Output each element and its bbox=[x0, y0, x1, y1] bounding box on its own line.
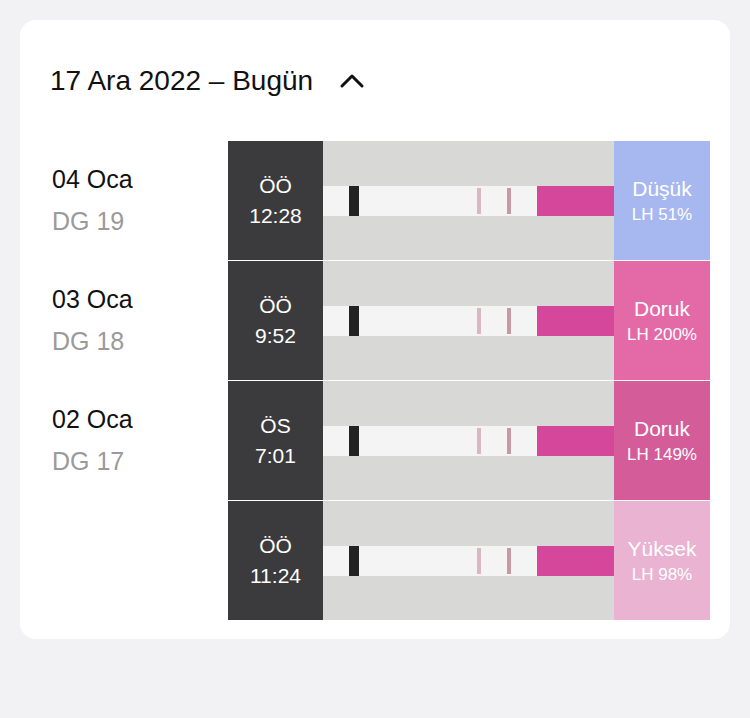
reading-text: LH 98% bbox=[632, 565, 692, 585]
time-cell: ÖS 7:01 bbox=[228, 381, 323, 500]
strip-shape bbox=[323, 186, 614, 216]
reading-text: LH 51% bbox=[632, 205, 692, 225]
test-list: ÖÖ 9:52 Doruk LH 200% bbox=[228, 261, 710, 380]
test-strip-photo bbox=[323, 261, 614, 380]
date-text: 02 Oca bbox=[52, 401, 228, 437]
period-text: ÖÖ bbox=[259, 174, 292, 198]
time-cell: ÖÖ 12:28 bbox=[228, 141, 323, 260]
day-label: 02 Oca DG 17 bbox=[20, 381, 228, 620]
test-row[interactable]: ÖÖ 11:24 Yüksek LH 98% bbox=[228, 501, 710, 620]
strip-shape bbox=[323, 426, 614, 456]
test-list: ÖS 7:01 Doruk LH 149% ÖÖ 11:24 Yüksek LH 98% bbox=[228, 381, 710, 620]
time-text: 12:28 bbox=[249, 204, 302, 228]
chevron-up-icon[interactable] bbox=[339, 73, 365, 89]
time-text: 7:01 bbox=[255, 444, 296, 468]
day-list: 04 Oca DG 19 ÖÖ 12:28 Düşük LH 51% 03 Oca DG 18… bbox=[20, 141, 710, 620]
date-text: 03 Oca bbox=[52, 281, 228, 317]
day-group: 03 Oca DG 18 ÖÖ 9:52 Doruk LH 200% bbox=[20, 261, 710, 380]
strip-shape bbox=[323, 306, 614, 336]
cycle-day-text: DG 17 bbox=[52, 443, 228, 479]
cycle-day-text: DG 18 bbox=[52, 323, 228, 359]
range-header[interactable]: 17 Ara 2022 – Bugün bbox=[20, 20, 710, 141]
history-card: 17 Ara 2022 – Bugün 04 Oca DG 19 ÖÖ 12:28 Düş… bbox=[20, 20, 730, 639]
level-text: Doruk bbox=[634, 297, 690, 321]
test-row[interactable]: ÖÖ 9:52 Doruk LH 200% bbox=[228, 261, 710, 380]
level-text: Doruk bbox=[634, 417, 690, 441]
time-text: 9:52 bbox=[255, 324, 296, 348]
test-row[interactable]: ÖS 7:01 Doruk LH 149% bbox=[228, 381, 710, 500]
day-label: 03 Oca DG 18 bbox=[20, 261, 228, 380]
result-badge: Yüksek LH 98% bbox=[614, 501, 710, 620]
time-cell: ÖÖ 11:24 bbox=[228, 501, 323, 620]
test-strip-photo bbox=[323, 381, 614, 500]
result-badge: Düşük LH 51% bbox=[614, 141, 710, 260]
time-cell: ÖÖ 9:52 bbox=[228, 261, 323, 380]
cycle-day-text: DG 19 bbox=[52, 203, 228, 239]
level-text: Düşük bbox=[632, 177, 692, 201]
reading-text: LH 149% bbox=[627, 445, 697, 465]
day-group: 02 Oca DG 17 ÖS 7:01 Doruk LH 149% ÖÖ 11:24 Yüks… bbox=[20, 381, 710, 620]
test-list: ÖÖ 12:28 Düşük LH 51% bbox=[228, 141, 710, 260]
day-label: 04 Oca DG 19 bbox=[20, 141, 228, 260]
level-text: Yüksek bbox=[628, 537, 697, 561]
result-badge: Doruk LH 200% bbox=[614, 261, 710, 380]
test-strip-photo bbox=[323, 501, 614, 620]
test-row[interactable]: ÖÖ 12:28 Düşük LH 51% bbox=[228, 141, 710, 260]
date-text: 04 Oca bbox=[52, 161, 228, 197]
test-strip-photo bbox=[323, 141, 614, 260]
period-text: ÖS bbox=[260, 414, 290, 438]
reading-text: LH 200% bbox=[627, 325, 697, 345]
time-text: 11:24 bbox=[250, 564, 301, 588]
day-group: 04 Oca DG 19 ÖÖ 12:28 Düşük LH 51% bbox=[20, 141, 710, 260]
period-text: ÖÖ bbox=[259, 294, 292, 318]
period-text: ÖÖ bbox=[259, 534, 292, 558]
result-badge: Doruk LH 149% bbox=[614, 381, 710, 500]
strip-shape bbox=[323, 546, 614, 576]
range-title: 17 Ara 2022 – Bugün bbox=[50, 65, 313, 97]
page: 17 Ara 2022 – Bugün 04 Oca DG 19 ÖÖ 12:28 Düş… bbox=[0, 0, 750, 718]
